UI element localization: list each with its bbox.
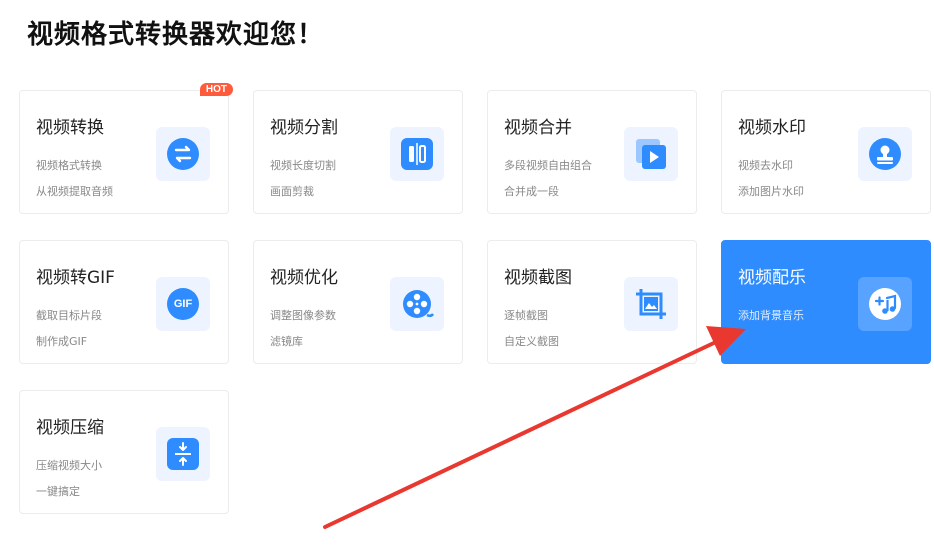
annotation-arrow — [323, 326, 746, 529]
